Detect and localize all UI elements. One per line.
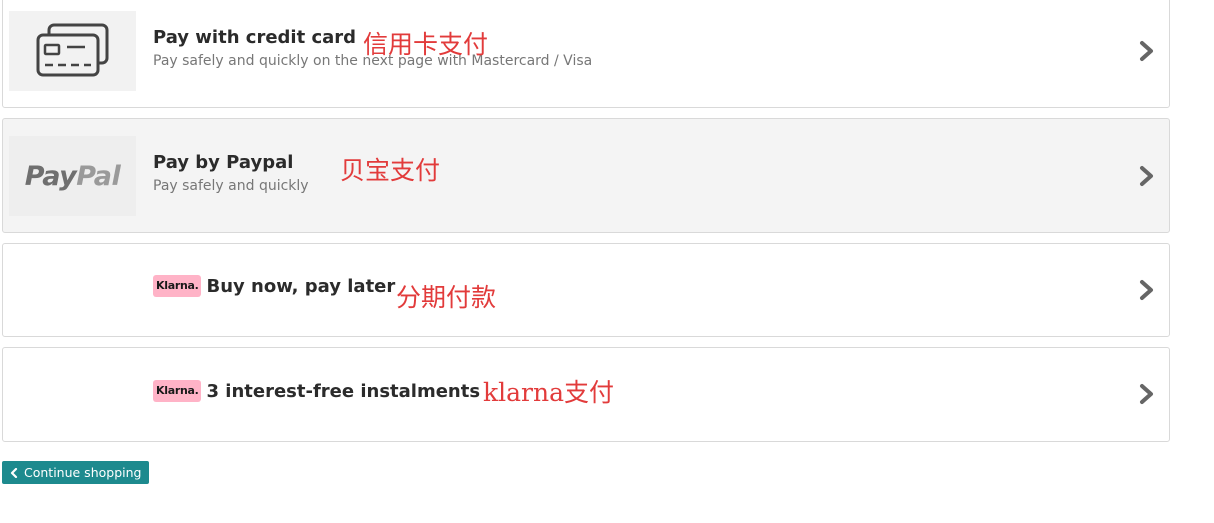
klarna-badge: Klarna. [153, 380, 202, 402]
credit-card-logo [9, 11, 136, 91]
chevron-right-icon [1140, 41, 1153, 61]
credit-card-icon [36, 23, 108, 77]
option-title: 3 interest-free instalments [206, 380, 481, 402]
option-title: Buy now, pay later [206, 275, 396, 297]
klarna-row: Klarna. 3 interest-free instalments [153, 380, 480, 402]
annotation-label: klarna支付 [483, 378, 615, 407]
option-title: Pay by Paypal [153, 152, 294, 173]
annotation-label: 贝宝支付 [340, 156, 441, 185]
chevron-right-icon [1140, 280, 1153, 300]
continue-shopping-button[interactable]: Continue shopping [2, 461, 150, 484]
option-subtitle: Pay safely and quickly [153, 178, 309, 194]
klarna-row: Klarna. Buy now, pay later [153, 275, 395, 297]
chevron-right-icon [1140, 384, 1153, 404]
chevron-right-icon [1140, 166, 1153, 186]
payment-option-klarna-later[interactable]: Klarna. Buy now, pay later 分期付款 [2, 243, 1170, 337]
continue-shopping-label: Continue shopping [24, 465, 142, 480]
payment-option-credit-card[interactable]: Pay with credit card Pay safely and quic… [2, 0, 1170, 108]
payment-option-paypal[interactable]: PayPal Pay by Paypal Pay safely and quic… [2, 118, 1170, 233]
annotation-label: 分期付款 [396, 283, 497, 312]
chevron-left-icon [10, 467, 18, 478]
option-title: Pay with credit card [153, 27, 357, 48]
annotation-label: 信用卡支付 [363, 30, 489, 59]
payment-option-klarna-instalments[interactable]: Klarna. 3 interest-free instalments klar… [2, 347, 1170, 442]
klarna-badge: Klarna. [153, 275, 202, 297]
paypal-logo: PayPal [9, 136, 136, 216]
paypal-logo-text: PayPal [24, 160, 121, 192]
